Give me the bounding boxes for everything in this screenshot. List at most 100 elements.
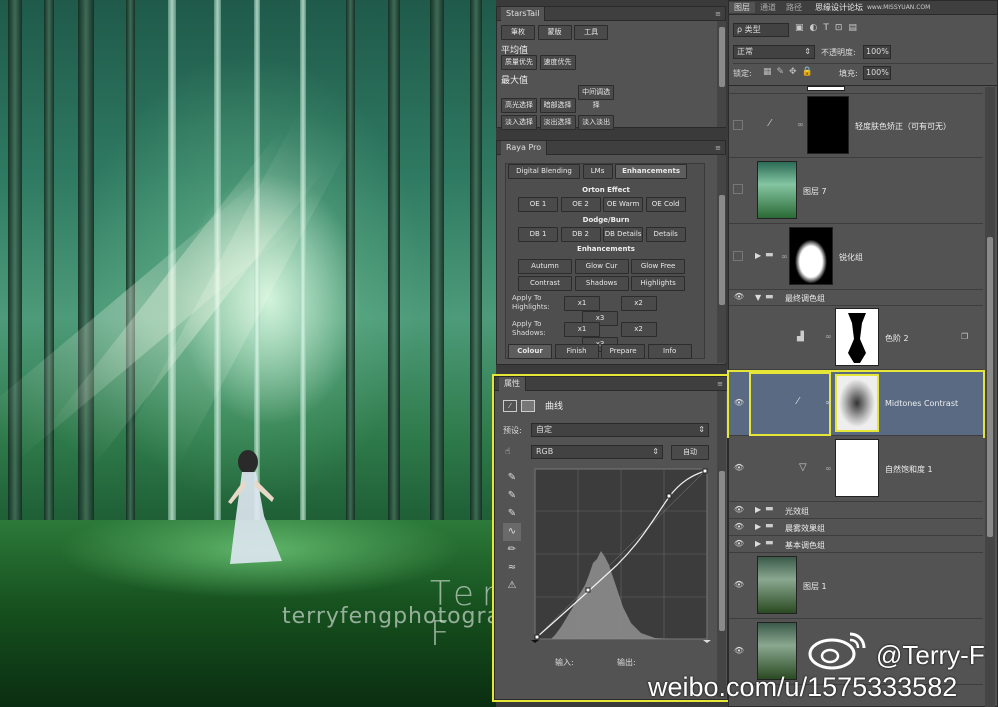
expand-arrow-icon[interactable]: ▶ [755, 539, 761, 548]
kind-filter-dropdown[interactable]: ρ 类型 [733, 23, 789, 37]
starstail-button[interactable]: 暗部选择 [539, 98, 576, 113]
raya-bottom-tab[interactable]: Finish [554, 344, 599, 359]
orton-button[interactable]: OE 1 [518, 197, 558, 212]
panel-menu-icon[interactable]: ≡ [715, 144, 721, 152]
starstail-titlebar: StarsTail ≡ [497, 6, 725, 21]
eye-icon[interactable]: 👁 [733, 398, 745, 407]
starstail-button[interactable]: 中间调选择 [578, 85, 615, 109]
expand-arrow-icon[interactable]: ▶ [755, 505, 761, 514]
expand-arrow-icon[interactable]: ▶ [755, 251, 761, 260]
clipping-warning-icon[interactable]: ⚠ [503, 577, 521, 595]
dodge-button[interactable]: DB Details [603, 227, 644, 242]
enhancement-button[interactable]: Autumn [518, 259, 572, 274]
raya-bottom-tab[interactable]: Info [647, 344, 692, 359]
visibility-toggle[interactable] [733, 120, 743, 130]
blend-mode-dropdown[interactable]: 正常 ⇕ [733, 45, 815, 59]
layer-row[interactable]: 👁 ▽ ∞ 自然饱和度 1 [729, 436, 983, 502]
starstail-button[interactable]: 高光选择 [501, 98, 537, 113]
raya-title[interactable]: Raya Pro [501, 140, 548, 155]
preset-dropdown[interactable]: 自定 ⇕ [531, 423, 709, 437]
tab-paths[interactable]: 路径 [781, 2, 807, 13]
starstail-button[interactable]: 淡出选择 [539, 115, 576, 130]
layer-group-row[interactable]: 👁 ▼ ▬ 最终调色组 [729, 290, 983, 306]
enhancement-button[interactable]: Highlights [631, 276, 686, 291]
starstail-button[interactable]: 淡入选择 [501, 115, 537, 130]
raya-scrollbar[interactable] [717, 155, 726, 363]
layer-group-row[interactable]: 👁 ▶ ▬ 晨雾效果组 [729, 519, 983, 536]
folder-icon: ▬ [765, 504, 774, 514]
eye-icon[interactable]: 👁 [733, 646, 745, 655]
smooth-icon[interactable]: ≈ [503, 559, 521, 577]
layer-row[interactable]: ⁄ ∞ 轻度肤色矫正（可有可无） [729, 94, 983, 158]
tree-trunk [8, 0, 22, 560]
layer-row[interactable]: 图层 7 [729, 158, 983, 224]
starstail-title[interactable]: StarsTail [501, 6, 546, 21]
eye-icon[interactable]: 👁 [733, 463, 745, 472]
layer-row-selected[interactable]: 👁 ⁄ ∞ Midtones Contrast [727, 370, 985, 438]
dodge-button[interactable]: DB 1 [518, 227, 558, 242]
layer-row[interactable]: ▟ ∞ 色阶 2 ❐ [729, 306, 983, 370]
starstail-tab[interactable]: 筆枚 [501, 25, 535, 40]
hand-target-icon[interactable]: ☝ [505, 447, 510, 457]
curve-graph[interactable] [531, 467, 711, 643]
channel-dropdown[interactable]: RGB ⇕ [531, 445, 663, 459]
starstail-button[interactable]: 质量优先 [501, 55, 537, 70]
layer-name: 最终调色组 [785, 294, 825, 303]
highlights-x-button[interactable]: x2 [620, 296, 657, 311]
curve-point-tool-icon[interactable]: ∿ [503, 523, 521, 541]
eye-icon[interactable]: 👁 [733, 292, 745, 301]
dodge-button[interactable]: DB 2 [560, 227, 601, 242]
auto-button[interactable]: 自动 [671, 445, 709, 460]
orton-button[interactable]: OE 2 [560, 197, 601, 212]
dodge-button[interactable]: Details [645, 227, 686, 242]
raya-bottom-tab-active[interactable]: Colour [508, 344, 552, 359]
shadows-x-button[interactable]: x2 [620, 322, 657, 337]
starstail-button[interactable]: 淡入淡出 [578, 115, 615, 130]
visibility-toggle[interactable] [733, 251, 743, 261]
raya-tab-active[interactable]: Enhancements [615, 164, 688, 179]
starstail-scrollbar[interactable] [717, 21, 726, 127]
enhancement-button[interactable]: Shadows [574, 276, 629, 291]
layer-group-row[interactable]: 👁 ▶ ▬ 光效组 [729, 502, 983, 519]
starstail-tab[interactable]: 工具 [574, 25, 609, 40]
layers-scrollbar[interactable] [985, 87, 995, 707]
photo-canvas[interactable]: Terry F terryfengphotography.lofter.com [0, 0, 496, 707]
expand-arrow-icon[interactable]: ▶ [755, 522, 761, 531]
tab-channels[interactable]: 通道 [755, 2, 781, 13]
eye-icon[interactable]: 👁 [733, 505, 745, 514]
starstail-tab[interactable]: 蒙版 [537, 25, 572, 40]
eyedropper-gray-icon[interactable]: ✎ [503, 487, 521, 505]
tab-layers[interactable]: 图层 [729, 2, 755, 13]
lock-icons[interactable]: ▦✎✥🔒 [763, 67, 818, 77]
eye-icon[interactable]: 👁 [733, 539, 745, 548]
visibility-toggle[interactable] [733, 184, 743, 194]
properties-scrollbar[interactable] [717, 391, 726, 697]
eyedropper-black-icon[interactable]: ✎ [503, 469, 521, 487]
collapse-arrow-icon[interactable]: ▼ [755, 293, 761, 302]
layer-row[interactable]: 👁 图层 1 [729, 553, 983, 619]
enhancement-button[interactable]: Glow Free [631, 259, 686, 274]
panel-menu-icon[interactable]: ≡ [715, 10, 721, 18]
layer-group-row[interactable]: ▶ ▬ ∞ 锐化组 [729, 224, 983, 290]
orton-button[interactable]: OE Cold [645, 197, 686, 212]
starstail-button[interactable]: 速度优先 [539, 55, 576, 70]
eye-icon[interactable]: 👁 [733, 522, 745, 531]
layer-group-row[interactable]: 👁 ▶ ▬ 基本调色组 [729, 536, 983, 553]
raya-tab[interactable]: LMs [582, 164, 613, 179]
eyedropper-white-icon[interactable]: ✎ [503, 505, 521, 523]
pencil-icon[interactable]: ✏ [503, 541, 521, 559]
enhancement-button[interactable]: Contrast [518, 276, 572, 291]
raya-tab[interactable]: Digital Blending [508, 164, 580, 179]
enhancement-button[interactable]: Glow Cur [574, 259, 629, 274]
shadows-x-button[interactable]: x1 [564, 322, 600, 337]
panel-menu-icon[interactable]: ≡ [717, 380, 723, 388]
orton-button[interactable]: OE Warm [603, 197, 644, 212]
opacity-input[interactable]: 100% [863, 45, 891, 59]
mask-icon[interactable] [521, 399, 535, 412]
eye-icon[interactable]: 👁 [733, 580, 745, 589]
highlights-x-button[interactable]: x1 [564, 296, 600, 311]
properties-title[interactable]: 属性 [499, 376, 526, 391]
raya-bottom-tab[interactable]: Prepare [601, 344, 646, 359]
fill-input[interactable]: 100% [863, 66, 891, 80]
filter-icons[interactable]: ▣◐T⊡▤ [795, 23, 863, 33]
